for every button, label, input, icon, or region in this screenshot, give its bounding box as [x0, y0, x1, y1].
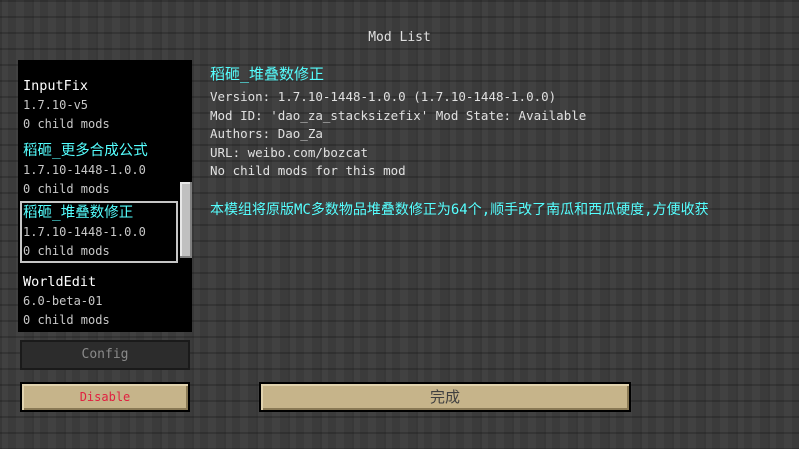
mod-detail-description: 本模组将原版MC多数物品堆叠数修正为64个,顺手改了南瓜和西瓜硬度,方便收获 — [210, 201, 709, 218]
mod-list-item-3-selected[interactable]: 稻砸_堆叠数修正 1.7.10-1448-1.0.0 0 child mods — [20, 201, 178, 263]
mod-child-count: 0 child mods — [23, 117, 110, 131]
mod-list-panel[interactable]: InputFix 1.7.10-v5 0 child mods 稻砸_更多合成公… — [18, 60, 192, 332]
mod-detail-url: URL: weibo.com/bozcat — [210, 144, 369, 160]
mod-child-count: 0 child mods — [23, 244, 110, 258]
mod-list-item-1[interactable]: InputFix 1.7.10-v5 0 child mods — [20, 74, 178, 136]
mod-name: 稻砸_更多合成公式 — [23, 143, 148, 159]
mod-name: 稻砸_堆叠数修正 — [23, 205, 134, 221]
mod-version: 6.0-beta-01 — [23, 294, 103, 308]
mod-detail-version: Version: 1.7.10-1448-1.0.0 (1.7.10-1448-… — [210, 89, 557, 104]
mod-detail-authors: Authors: Dao_Za — [210, 126, 323, 142]
mod-version: 1.7.10-v5 — [23, 98, 89, 112]
config-button[interactable]: Config — [20, 340, 190, 370]
mod-list-item-4[interactable]: WorldEdit 6.0-beta-01 0 child mods — [20, 270, 178, 332]
done-button[interactable]: 完成 — [259, 382, 631, 412]
mod-list-item-2[interactable]: 稻砸_更多合成公式 1.7.10-1448-1.0.0 0 child mods — [20, 139, 178, 201]
mod-list-title: Mod List — [368, 30, 431, 45]
mod-child-count: 0 child mods — [23, 313, 110, 327]
mod-child-count: 0 child mods — [23, 182, 110, 196]
mod-list-scroll-thumb[interactable] — [180, 182, 192, 258]
mod-version: 1.7.10-1448-1.0.0 — [23, 163, 146, 177]
mod-details: 稻砸_堆叠数修正 Version: 1.7.10-1448-1.0.0 (1.7… — [210, 64, 770, 219]
mod-detail-children: No child mods for this mod — [210, 163, 406, 179]
mod-detail-title: 稻砸_堆叠数修正 — [210, 65, 325, 83]
mod-name: WorldEdit — [23, 274, 97, 290]
mod-list-scrollbar[interactable] — [180, 60, 192, 332]
mod-detail-id: Mod ID: 'dao_za_stacksizefix' Mod State:… — [210, 107, 587, 123]
mod-version: 1.7.10-1448-1.0.0 — [23, 225, 146, 239]
disable-button[interactable]: Disable — [20, 382, 190, 412]
mod-name: InputFix — [23, 78, 89, 94]
